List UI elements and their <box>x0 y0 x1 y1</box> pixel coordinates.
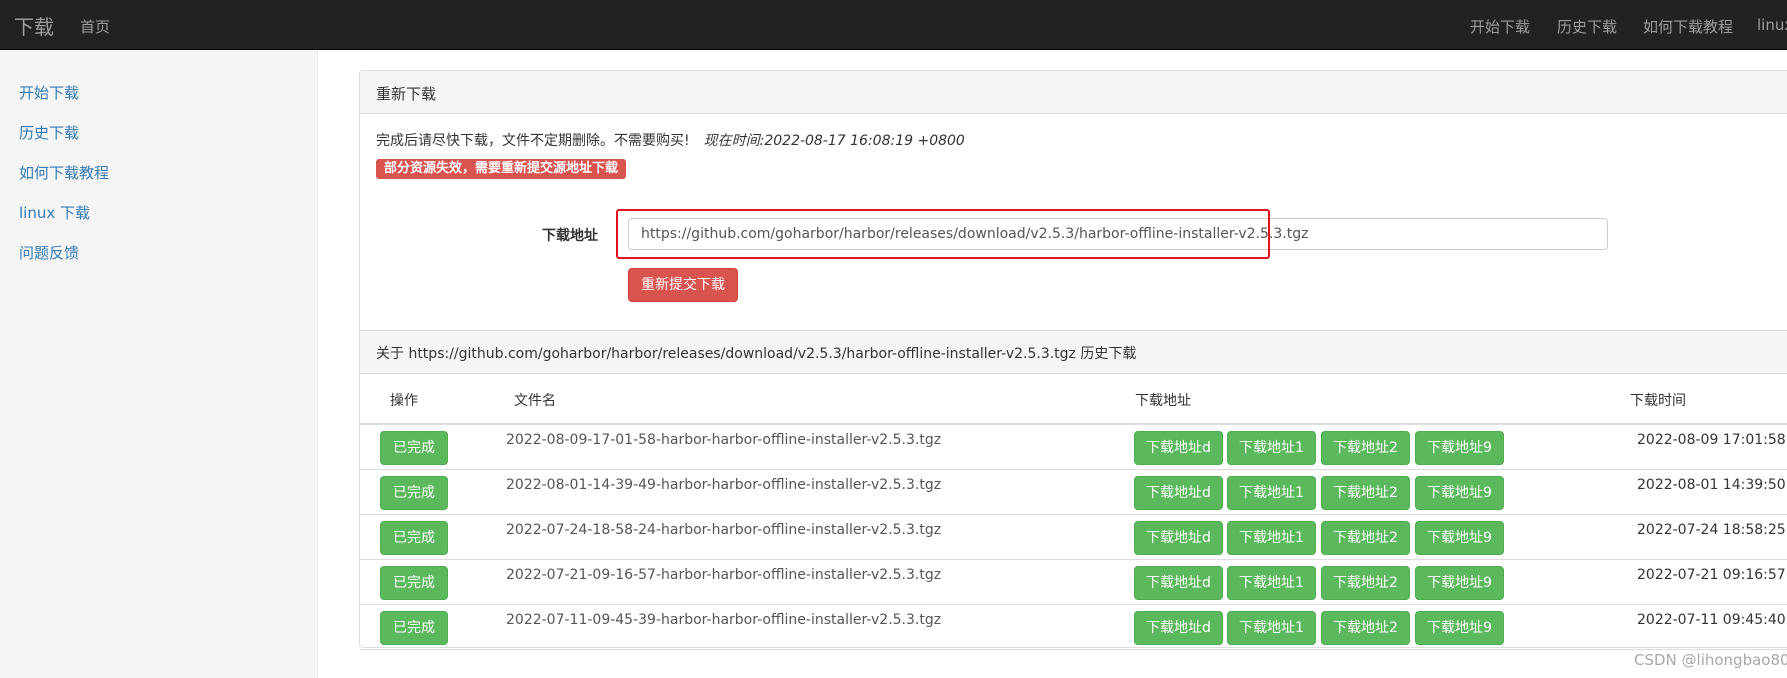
column-header-download-link: 下载地址 <box>1135 393 1191 409</box>
table-row: 已完成 2022-07-24-18-58-24-harbor-harbor-of… <box>360 515 1787 560</box>
top-navbar: 下载 首页 开始下载 历史下载 如何下载教程 linux <box>0 0 1787 50</box>
download-link-2-button[interactable]: 下载地址2 <box>1321 521 1410 555</box>
sidebar: 开始下载 历史下载 如何下载教程 linux 下载 问题反馈 <box>0 50 318 678</box>
filename: 2022-08-09-17-01-58-harbor-harbor-offlin… <box>506 432 942 448</box>
sidebar-item-tutorial[interactable]: 如何下载教程 <box>19 162 109 183</box>
filename: 2022-07-24-18-58-24-harbor-harbor-offlin… <box>506 522 942 538</box>
history-title: 关于 https://github.com/goharbor/harbor/re… <box>376 346 1137 362</box>
filename: 2022-07-11-09-45-39-harbor-harbor-offlin… <box>506 612 942 628</box>
url-input[interactable] <box>628 218 1608 250</box>
download-link-d-button[interactable]: 下载地址d <box>1134 476 1223 510</box>
download-link-2-button[interactable]: 下载地址2 <box>1321 431 1410 465</box>
redownload-panel: 重新下载 完成后请尽快下载，文件不定期删除。不需要购买! 现在时间:2022-08… <box>359 70 1787 650</box>
download-link-9-button[interactable]: 下载地址9 <box>1415 431 1504 465</box>
completed-button[interactable]: 已完成 <box>380 521 448 555</box>
nav-history[interactable]: 历史下载 <box>1557 16 1617 37</box>
download-link-d-button[interactable]: 下载地址d <box>1134 521 1223 555</box>
sidebar-item-feedback[interactable]: 问题反馈 <box>19 242 79 263</box>
table-row: 已完成 2022-07-11-09-45-39-harbor-harbor-of… <box>360 605 1787 650</box>
download-link-1-button[interactable]: 下载地址1 <box>1227 431 1316 465</box>
download-link-1-button[interactable]: 下载地址1 <box>1227 566 1316 600</box>
resubmit-download-button[interactable]: 重新提交下载 <box>628 268 738 302</box>
sidebar-item-start-download[interactable]: 开始下载 <box>19 82 79 103</box>
history-heading: 关于 https://github.com/goharbor/harbor/re… <box>360 330 1787 374</box>
download-link-2-button[interactable]: 下载地址2 <box>1321 566 1410 600</box>
download-link-1-button[interactable]: 下载地址1 <box>1227 476 1316 510</box>
download-link-d-button[interactable]: 下载地址d <box>1134 566 1223 600</box>
nav-tutorial[interactable]: 如何下载教程 <box>1643 16 1733 37</box>
download-time: 2022-08-01 14:39:50 +0800 <box>1637 477 1787 493</box>
nav-linux[interactable]: linux <box>1757 16 1787 34</box>
download-link-9-button[interactable]: 下载地址9 <box>1415 521 1504 555</box>
filename: 2022-08-01-14-39-49-harbor-harbor-offlin… <box>506 477 942 493</box>
download-link-9-button[interactable]: 下载地址9 <box>1415 566 1504 600</box>
download-link-9-button[interactable]: 下载地址9 <box>1415 611 1504 645</box>
completed-button[interactable]: 已完成 <box>380 566 448 600</box>
download-time: 2022-07-21 09:16:57 +0800 <box>1637 567 1787 583</box>
download-link-d-button[interactable]: 下载地址d <box>1134 611 1223 645</box>
download-link-2-button[interactable]: 下载地址2 <box>1321 476 1410 510</box>
download-link-2-button[interactable]: 下载地址2 <box>1321 611 1410 645</box>
table-row: 已完成 2022-08-01-14-39-49-harbor-harbor-of… <box>360 470 1787 515</box>
download-link-9-button[interactable]: 下载地址9 <box>1415 476 1504 510</box>
sidebar-item-history[interactable]: 历史下载 <box>19 122 79 143</box>
url-label: 下载地址 <box>542 228 598 244</box>
navbar-brand[interactable]: 下载 <box>14 11 54 40</box>
download-time: 2022-07-11 09:45:40 +0800 <box>1637 612 1787 628</box>
download-link-d-button[interactable]: 下载地址d <box>1134 431 1223 465</box>
panel-title: 重新下载 <box>376 85 437 103</box>
column-header-download-time: 下载时间 <box>1630 393 1686 409</box>
warning-badge: 部分资源失效，需要重新提交源地址下载 <box>376 159 627 179</box>
column-header-filename: 文件名 <box>514 393 556 409</box>
download-link-1-button[interactable]: 下载地址1 <box>1227 521 1316 555</box>
download-time: 2022-08-09 17:01:58 +0800 <box>1637 432 1787 448</box>
panel-heading: 重新下载 <box>360 71 1787 114</box>
table-row: 已完成 2022-08-09-17-01-58-harbor-harbor-of… <box>360 425 1787 470</box>
filename: 2022-07-21-09-16-57-harbor-harbor-offlin… <box>506 567 942 583</box>
watermark: CSDN @lihongbao80 <box>1634 651 1787 669</box>
column-header-action: 操作 <box>390 393 418 409</box>
nav-home[interactable]: 首页 <box>80 16 110 37</box>
current-time: 现在时间:2022-08-17 16:08:19 +0800 <box>703 133 965 149</box>
notice-text: 完成后请尽快下载，文件不定期删除。不需要购买! 现在时间:2022-08-17 1… <box>376 130 965 150</box>
table-row: 已完成 2022-07-21-09-16-57-harbor-harbor-of… <box>360 560 1787 605</box>
sidebar-item-linux[interactable]: linux 下载 <box>19 202 90 223</box>
nav-start-download[interactable]: 开始下载 <box>1470 16 1530 37</box>
notice-message: 完成后请尽快下载，文件不定期删除。不需要购买! <box>376 133 690 149</box>
completed-button[interactable]: 已完成 <box>380 611 448 645</box>
download-link-1-button[interactable]: 下载地址1 <box>1227 611 1316 645</box>
completed-button[interactable]: 已完成 <box>380 431 448 465</box>
completed-button[interactable]: 已完成 <box>380 476 448 510</box>
download-time: 2022-07-24 18:58:25 +0800 <box>1637 522 1787 538</box>
